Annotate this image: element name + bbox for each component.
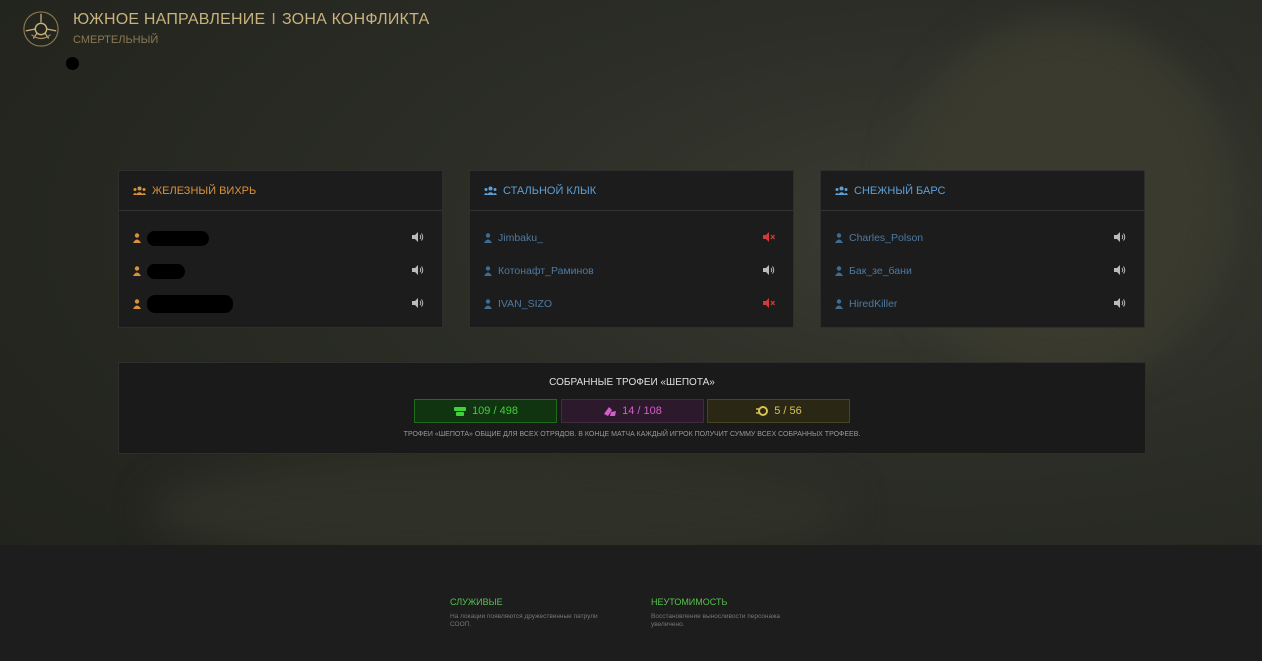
player-row[interactable]: HiredKiller bbox=[835, 294, 1126, 314]
speaker-muted-icon[interactable] bbox=[763, 232, 775, 242]
team-name: ЖЕЛЕЗНЫЙ ВИХРЬ bbox=[152, 184, 257, 197]
gold-trophy-icon bbox=[756, 406, 769, 416]
trophy-title: СОБРАННЫЕ ТРОФЕИ «ШЕПОТА» bbox=[549, 377, 715, 388]
speaker-on-icon[interactable] bbox=[412, 298, 424, 308]
modifiers-bar: СЛУЖИВЫЕ На локации появляются дружестве… bbox=[0, 545, 1262, 661]
team-card-snezhnyy-bars: СНЕЖНЫЙ БАРС Charles_Polson Бак_зе_бани … bbox=[820, 170, 1145, 328]
speaker-on-icon[interactable] bbox=[412, 265, 424, 275]
player-icon bbox=[484, 299, 492, 309]
speaker-on-icon[interactable] bbox=[1114, 298, 1126, 308]
player-icon bbox=[484, 266, 492, 276]
mission-location: ЮЖНОЕ НАПРАВЛЕНИЕ bbox=[73, 11, 266, 28]
player-icon bbox=[133, 299, 141, 309]
speaker-on-icon[interactable] bbox=[1114, 232, 1126, 242]
player-name: Котонафт_Раминов bbox=[498, 265, 594, 277]
player-row[interactable] bbox=[133, 228, 424, 248]
title-separator: I bbox=[271, 11, 276, 28]
player-row[interactable]: Jimbaku_ bbox=[484, 228, 775, 248]
speaker-on-icon[interactable] bbox=[412, 232, 424, 242]
player-row[interactable] bbox=[133, 261, 424, 281]
trophy-counter-green: 109 / 498 bbox=[414, 399, 557, 423]
mission-mode: ЗОНА КОНФЛИКТА bbox=[281, 11, 430, 28]
player-row[interactable]: Бак_зе_бани bbox=[835, 261, 1126, 281]
squad-icon bbox=[835, 186, 848, 195]
speaker-on-icon[interactable] bbox=[763, 265, 775, 275]
mission-header: ЮЖНОЕ НАПРАВЛЕНИЕ I ЗОНА КОНФЛИКТА СМЕРТЕЛ… bbox=[22, 10, 429, 48]
trophy-note: ТРОФЕИ «ШЕПОТА» ОБЩИЕ ДЛЯ ВСЕХ ОТРЯДОВ. … bbox=[403, 431, 861, 438]
player-name: Charles_Polson bbox=[849, 232, 924, 244]
player-icon bbox=[835, 299, 843, 309]
perk-title: СЛУЖИВЫЕ bbox=[450, 597, 503, 607]
player-row[interactable]: Котонафт_Раминов bbox=[484, 261, 775, 281]
squad-icon bbox=[484, 186, 497, 195]
player-name: IVAN_SIZO bbox=[498, 298, 553, 310]
perk-sluzhivye: СЛУЖИВЫЕ На локации появляются дружестве… bbox=[450, 597, 610, 629]
perk-title: НЕУТОМИМОСТЬ bbox=[651, 597, 728, 607]
team-card-zheleznyy-vikhr: ЖЕЛЕЗНЫЙ ВИХРЬ bbox=[118, 170, 443, 328]
trophy-panel: СОБРАННЫЕ ТРОФЕИ «ШЕПОТА» 109 / 498 14 /… bbox=[118, 362, 1146, 454]
squad-icon bbox=[133, 186, 146, 195]
player-icon bbox=[133, 266, 141, 276]
trophy-gold-value: 5 / 56 bbox=[774, 405, 802, 417]
redaction-dot bbox=[66, 57, 79, 70]
trophy-pink-value: 14 / 108 bbox=[622, 405, 662, 417]
player-icon bbox=[835, 233, 843, 243]
redacted-player-name bbox=[147, 295, 233, 313]
perk-neutomimost: НЕУТОМИМОСТЬ Восстановление выносливости… bbox=[651, 597, 811, 629]
team-header: ЖЕЛЕЗНЫЙ ВИХРЬ bbox=[119, 171, 442, 211]
mission-title: ЮЖНОЕ НАПРАВЛЕНИЕ I ЗОНА КОНФЛИКТА bbox=[73, 11, 429, 29]
pink-trophy-icon bbox=[604, 406, 617, 416]
redacted-player-name bbox=[147, 263, 185, 279]
player-icon bbox=[484, 233, 492, 243]
team-card-stalnoy-klyk: СТАЛЬНОЙ КЛЫК Jimbaku_ Котонафт_Раминов … bbox=[469, 170, 794, 328]
player-row[interactable] bbox=[133, 294, 424, 314]
perk-description: На локации появляются дружественные патр… bbox=[450, 613, 598, 628]
player-row[interactable]: Charles_Polson bbox=[835, 228, 1126, 248]
player-name: HiredKiller bbox=[849, 298, 898, 310]
player-name: Бак_зе_бани bbox=[849, 265, 912, 277]
green-trophy-icon bbox=[454, 406, 467, 416]
team-header: СТАЛЬНОЙ КЛЫК bbox=[470, 171, 793, 211]
team-header: СНЕЖНЫЙ БАРС bbox=[821, 171, 1144, 211]
team-name: СНЕЖНЫЙ БАРС bbox=[854, 184, 946, 197]
trophy-green-value: 109 / 498 bbox=[472, 405, 518, 417]
player-name: Jimbaku_ bbox=[498, 232, 543, 244]
team-name: СТАЛЬНОЙ КЛЫК bbox=[503, 184, 597, 197]
mission-difficulty: СМЕРТЕЛЬНЫЙ bbox=[73, 34, 159, 46]
trophy-counter-gold: 5 / 56 bbox=[707, 399, 850, 423]
trophy-counter-pink: 14 / 108 bbox=[561, 399, 704, 423]
player-icon bbox=[835, 266, 843, 276]
perk-description: Восстановление выносливости персонажа ув… bbox=[651, 613, 781, 628]
speaker-muted-icon[interactable] bbox=[763, 298, 775, 308]
player-row[interactable]: IVAN_SIZO bbox=[484, 294, 775, 314]
faction-emblem-icon bbox=[23, 11, 59, 47]
speaker-on-icon[interactable] bbox=[1114, 265, 1126, 275]
player-icon bbox=[133, 233, 141, 243]
redacted-player-name bbox=[147, 230, 209, 246]
